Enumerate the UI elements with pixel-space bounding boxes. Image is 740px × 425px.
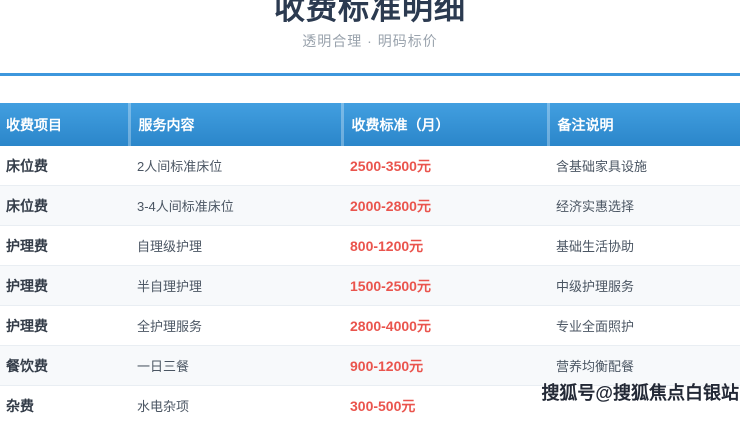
cell-item: 护理费: [0, 266, 129, 306]
cell-price: 2800-4000元: [342, 306, 548, 346]
table-row: 床位费 3-4人间标准床位 2000-2800元 经济实惠选择: [0, 186, 740, 226]
cell-price: 300-500元: [342, 386, 548, 425]
cell-price: 900-1200元: [342, 346, 548, 386]
cell-item: 床位费: [0, 186, 129, 226]
cell-item: 护理费: [0, 306, 129, 346]
fee-table-header: 收费项目 服务内容 收费标准（月） 备注说明: [0, 103, 740, 146]
table-row: 护理费 自理级护理 800-1200元 基础生活协助: [0, 226, 740, 266]
cell-price: 1500-2500元: [342, 266, 548, 306]
cell-note: 专业全面照护: [548, 306, 740, 346]
header-row: 收费项目 服务内容 收费标准（月） 备注说明: [0, 103, 740, 146]
cell-item: 护理费: [0, 226, 129, 266]
cell-service: 半自理护理: [129, 266, 342, 306]
cell-price: 2500-3500元: [342, 146, 548, 186]
cell-service: 自理级护理: [129, 226, 342, 266]
cell-note: 经济实惠选择: [548, 186, 740, 226]
column-header-item: 收费项目: [0, 103, 129, 146]
cell-note: 基础生活协助: [548, 226, 740, 266]
cell-price: 2000-2800元: [342, 186, 548, 226]
page-title: 收费标准明细: [0, 0, 740, 24]
cell-service: 水电杂项: [129, 386, 342, 425]
cell-service: 一日三餐: [129, 346, 342, 386]
cell-item: 床位费: [0, 146, 129, 186]
table-row: 护理费 半自理护理 1500-2500元 中级护理服务: [0, 266, 740, 306]
page-subtitle: 透明合理 · 明码标价: [0, 33, 740, 49]
table-row: 护理费 全护理服务 2800-4000元 专业全面照护: [0, 306, 740, 346]
accent-divider: [0, 73, 740, 76]
cell-service: 3-4人间标准床位: [129, 186, 342, 226]
fee-table: 收费项目 服务内容 收费标准（月） 备注说明 床位费 2人间标准床位 2500-…: [0, 103, 740, 425]
cell-note: 中级护理服务: [548, 266, 740, 306]
cell-service: 全护理服务: [129, 306, 342, 346]
cell-item: 餐饮费: [0, 346, 129, 386]
column-header-price: 收费标准（月）: [342, 103, 548, 146]
table-row: 床位费 2人间标准床位 2500-3500元 含基础家具设施: [0, 146, 740, 186]
cell-note: 含基础家具设施: [548, 146, 740, 186]
column-header-service: 服务内容: [129, 103, 342, 146]
sohu-watermark: 搜狐号@搜狐焦点白银站: [541, 379, 739, 405]
column-header-note: 备注说明: [548, 103, 740, 146]
cell-item: 杂费: [0, 386, 129, 425]
cell-service: 2人间标准床位: [129, 146, 342, 186]
cell-price: 800-1200元: [342, 226, 548, 266]
